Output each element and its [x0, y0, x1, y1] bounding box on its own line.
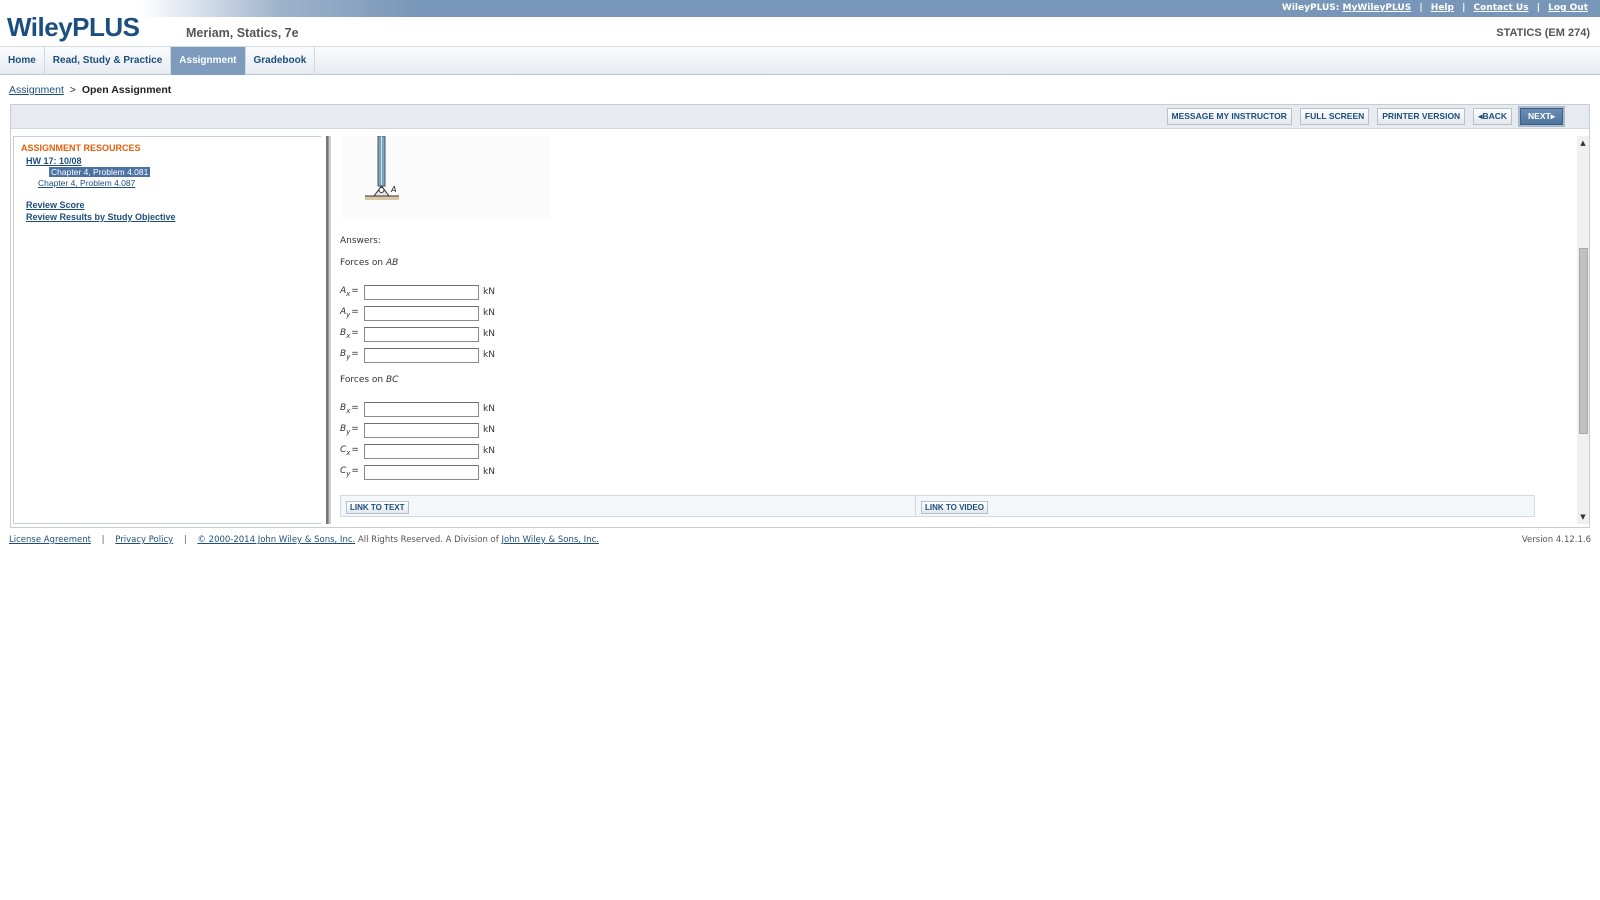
answer-row-by-ab: By = kN [340, 347, 495, 363]
app-header: WileyPLUS: MyWileyPLUS | Help | Contact … [0, 0, 1600, 46]
assignment-resources-sidebar: ASSIGNMENT RESOURCES HW 17: 10/08 Chapte… [13, 136, 321, 524]
bx-ab-input[interactable] [364, 326, 479, 342]
privacy-policy-link[interactable]: Privacy Policy [115, 535, 173, 545]
answer-row-ax-ab: Ax = kN [340, 284, 495, 300]
printer-version-button[interactable]: PRINTER VERSION [1377, 108, 1466, 125]
ay-ab-input[interactable] [364, 305, 479, 321]
tab-read-study-practice[interactable]: Read, Study & Practice [45, 47, 172, 75]
cx-bc-input[interactable] [364, 443, 479, 459]
answer-row-bx-ab: Bx = kN [340, 326, 495, 342]
problem-figure: A [341, 136, 551, 218]
link-bar-right: LINK TO VIDEO [915, 496, 988, 516]
course-title: Meriam, Statics, 7e [186, 26, 299, 40]
top-links: WileyPLUS: MyWileyPLUS | Help | Contact … [1282, 3, 1588, 13]
breadcrumb: Assignment > Open Assignment [9, 84, 171, 96]
assignment-frame: MESSAGE MY INSTRUCTOR FULL SCREEN PRINTE… [10, 104, 1590, 528]
my-wileyplus-link[interactable]: MyWileyPLUS [1343, 3, 1412, 13]
answer-row-cy-bc: Cy = kN [340, 464, 495, 480]
column-support-diagram: A [365, 136, 399, 200]
unit-label: kN [483, 287, 495, 297]
forces-bc-title: Forces on BC [340, 375, 399, 385]
breadcrumb-assignment-link[interactable]: Assignment [9, 84, 64, 96]
ax-ab-input[interactable] [364, 284, 479, 300]
answers-label: Answers: [340, 236, 381, 246]
answer-row-by-bc: By = kN [340, 422, 495, 438]
tab-gradebook[interactable]: Gradebook [246, 47, 316, 75]
review-score-link[interactable]: Review Score [26, 200, 85, 210]
problem-content: A Answers: Forces on AB Ax = kN Ay = kN … [333, 136, 1573, 524]
unit-label: kN [483, 329, 495, 339]
resource-link-bar: LINK TO TEXT LINK TO VIDEO [340, 495, 1535, 517]
answer-row-ay-ab: Ay = kN [340, 305, 495, 321]
var-label: Cx = [340, 445, 359, 457]
hw-link[interactable]: HW 17: 10/08 [26, 156, 82, 166]
rights-text: All Rights Reserved. A Division of [355, 535, 502, 545]
unit-label: kN [483, 425, 495, 435]
scroll-down-arrow-icon[interactable]: ▼ [1577, 510, 1589, 524]
var-label: Bx = [340, 328, 359, 340]
version-label: Version 4.12.1.6 [1521, 535, 1591, 545]
var-label: Bx = [340, 403, 359, 415]
license-agreement-link[interactable]: License Agreement [9, 535, 91, 545]
link-to-text-button[interactable]: LINK TO TEXT [346, 501, 409, 514]
next-button[interactable]: NEXT▸ [1520, 108, 1563, 125]
wileyplus-logo[interactable]: WileyPLUS [7, 12, 140, 43]
problem-link-4087[interactable]: Chapter 4, Problem 4.087 [38, 178, 135, 188]
pane-divider[interactable] [326, 136, 331, 524]
unit-label: kN [483, 308, 495, 318]
var-label: Cy = [340, 466, 359, 478]
link-to-video-button[interactable]: LINK TO VIDEO [921, 501, 988, 514]
page-footer: License Agreement | Privacy Policy | © 2… [9, 535, 1591, 545]
next-button-label: NEXT [1528, 111, 1551, 121]
unit-label: kN [483, 350, 495, 360]
next-arrow-icon: ▸ [1550, 111, 1555, 121]
breadcrumb-separator: > [69, 84, 76, 96]
log-out-link[interactable]: Log Out [1548, 3, 1588, 13]
tab-home[interactable]: Home [0, 47, 45, 75]
wiley-link[interactable]: John Wiley & Sons, Inc. [501, 535, 599, 545]
cy-bc-input[interactable] [364, 464, 479, 480]
top-links-prefix: WileyPLUS: [1281, 3, 1340, 13]
unit-label: kN [483, 404, 495, 414]
by-ab-input[interactable] [364, 347, 479, 363]
var-label: By = [340, 424, 359, 436]
main-nav: Home Read, Study & Practice Assignment G… [0, 46, 1600, 75]
assignment-toolbar: MESSAGE MY INSTRUCTOR FULL SCREEN PRINTE… [11, 105, 1589, 129]
footer-separator: | [183, 535, 187, 545]
separator: | [1462, 3, 1466, 13]
back-button-label: BACK [1482, 111, 1508, 121]
var-label: Ax = [340, 286, 359, 298]
var-label: Ay = [340, 307, 359, 319]
resources-heading: ASSIGNMENT RESOURCES [21, 143, 141, 153]
copyright-link[interactable]: © 2000-2014 John Wiley & Sons, Inc. [197, 535, 355, 545]
scroll-up-arrow-icon[interactable]: ▲ [1577, 136, 1589, 150]
contact-us-link[interactable]: Contact Us [1474, 3, 1529, 13]
figure-label-a: A [390, 185, 396, 194]
review-results-link[interactable]: Review Results by Study Objective [26, 212, 176, 222]
separator: | [1419, 3, 1423, 13]
var-label: By = [340, 349, 359, 361]
content-scrollbar[interactable]: ▲ ▼ [1577, 136, 1589, 524]
full-screen-button[interactable]: FULL SCREEN [1299, 108, 1370, 125]
course-code: STATICS (EM 274) [1496, 27, 1590, 39]
bx-bc-input[interactable] [364, 401, 479, 417]
unit-label: kN [483, 467, 495, 477]
problem-link-4081[interactable]: Chapter 4, Problem 4.081 [49, 167, 151, 177]
separator: | [1536, 3, 1540, 13]
answer-row-cx-bc: Cx = kN [340, 443, 495, 459]
tab-assignment[interactable]: Assignment [171, 47, 246, 75]
back-button[interactable]: ◂BACK [1473, 108, 1513, 125]
top-bar: WileyPLUS: MyWileyPLUS | Help | Contact … [0, 0, 1600, 17]
forces-ab-title: Forces on AB [340, 258, 399, 268]
message-instructor-button[interactable]: MESSAGE MY INSTRUCTOR [1166, 108, 1292, 125]
footer-separator: | [101, 535, 105, 545]
unit-label: kN [483, 446, 495, 456]
breadcrumb-current: Open Assignment [81, 84, 172, 96]
scrollbar-thumb[interactable] [1579, 248, 1588, 434]
help-link[interactable]: Help [1431, 3, 1454, 13]
by-bc-input[interactable] [364, 422, 479, 438]
answer-row-bx-bc: Bx = kN [340, 401, 495, 417]
